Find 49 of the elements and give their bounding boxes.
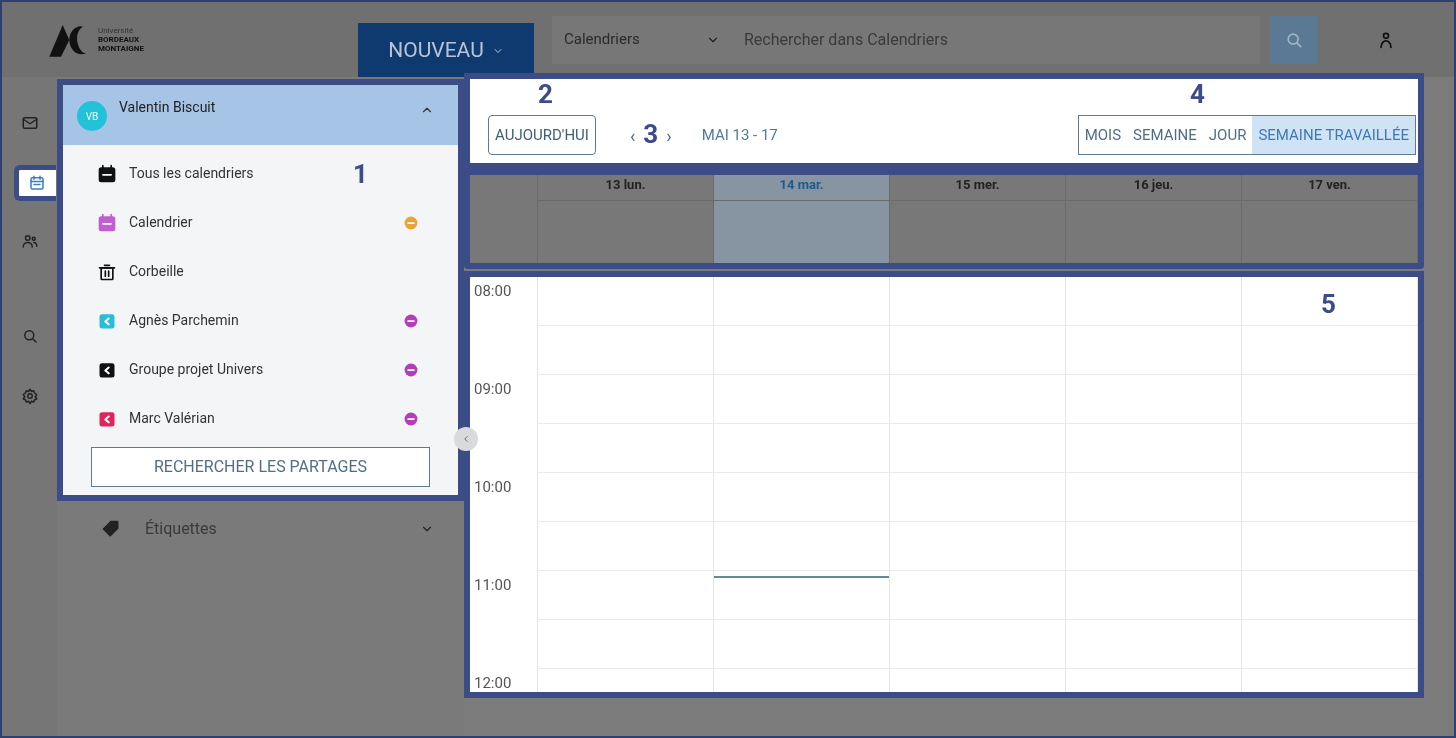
day-column-header[interactable]: 16 jeu. bbox=[1066, 175, 1242, 263]
logo-text: Université bbox=[98, 26, 135, 35]
day-label: 13 lun. bbox=[538, 175, 713, 201]
section-title: Étiquettes bbox=[145, 518, 218, 540]
calendar-item[interactable]: Marc Valérian bbox=[129, 408, 215, 429]
annotation-number: 5 bbox=[1321, 291, 1336, 317]
view-tab[interactable]: SEMAINE TRAVAILLÉE bbox=[1252, 116, 1415, 154]
day-column-header[interactable]: 17 ven. bbox=[1242, 175, 1418, 263]
day-label: 14 mar. bbox=[714, 175, 889, 201]
day-label: 15 mer. bbox=[890, 175, 1065, 201]
day-label: 17 ven. bbox=[1242, 175, 1417, 201]
calendar-item[interactable]: Groupe projet Univers bbox=[129, 359, 264, 380]
scope-select[interactable]: Calendriers bbox=[552, 15, 732, 64]
annotation-number: 4 bbox=[1190, 81, 1205, 107]
collapse-button[interactable] bbox=[454, 427, 478, 451]
calendar-item[interactable]: Corbeille bbox=[129, 261, 184, 282]
account-header[interactable]: VB Valentin Biscuit bbox=[63, 85, 458, 145]
select-value: Calendriers bbox=[564, 29, 640, 51]
calendar-item[interactable]: Calendrier bbox=[129, 212, 193, 233]
next-button[interactable]: › bbox=[666, 115, 672, 155]
rail-button[interactable] bbox=[13, 165, 56, 201]
people-icon bbox=[20, 232, 39, 250]
search-field[interactable]: Rechercher dans Calendriers bbox=[732, 15, 1260, 64]
search-shares-button[interactable]: RECHERCHER LES PARTAGES bbox=[91, 447, 430, 487]
annotation-number: 3 bbox=[643, 121, 659, 147]
logo-text: BORDEAUX bbox=[98, 35, 141, 44]
hour-label: 12:00 bbox=[474, 674, 512, 692]
tag-icon bbox=[101, 519, 121, 539]
day-label: 16 jeu. bbox=[1066, 175, 1241, 201]
annotation-number: 1 bbox=[353, 161, 368, 187]
annotation-number: 2 bbox=[538, 81, 553, 107]
mail-icon bbox=[20, 114, 39, 132]
today-button[interactable]: AUJOURD'HUI bbox=[488, 115, 596, 155]
calendar-item[interactable]: Agnès Parchemin bbox=[129, 310, 239, 331]
hour-label: 09:00 bbox=[474, 380, 512, 398]
hour-label: 10:00 bbox=[474, 478, 512, 496]
logo-text: MONTAIGNE bbox=[98, 44, 144, 53]
new-button[interactable]: NOUVEAU bbox=[358, 23, 534, 79]
settings-icon bbox=[20, 387, 39, 405]
hour-label: 11:00 bbox=[474, 576, 512, 594]
avatar-initials: VB bbox=[77, 101, 107, 131]
day-column-header[interactable]: 15 mer. bbox=[890, 175, 1066, 263]
chevron-left-icon bbox=[461, 434, 471, 444]
previous-button[interactable]: ‹ bbox=[629, 115, 636, 155]
calendar-icon bbox=[28, 174, 46, 192]
hour-label: 08:00 bbox=[474, 282, 512, 300]
account-name: Valentin Biscuit bbox=[119, 98, 217, 117]
date-range: MAI 13 - 17 bbox=[701, 125, 778, 146]
calendar-item[interactable]: Tous les calendriers bbox=[129, 163, 254, 184]
